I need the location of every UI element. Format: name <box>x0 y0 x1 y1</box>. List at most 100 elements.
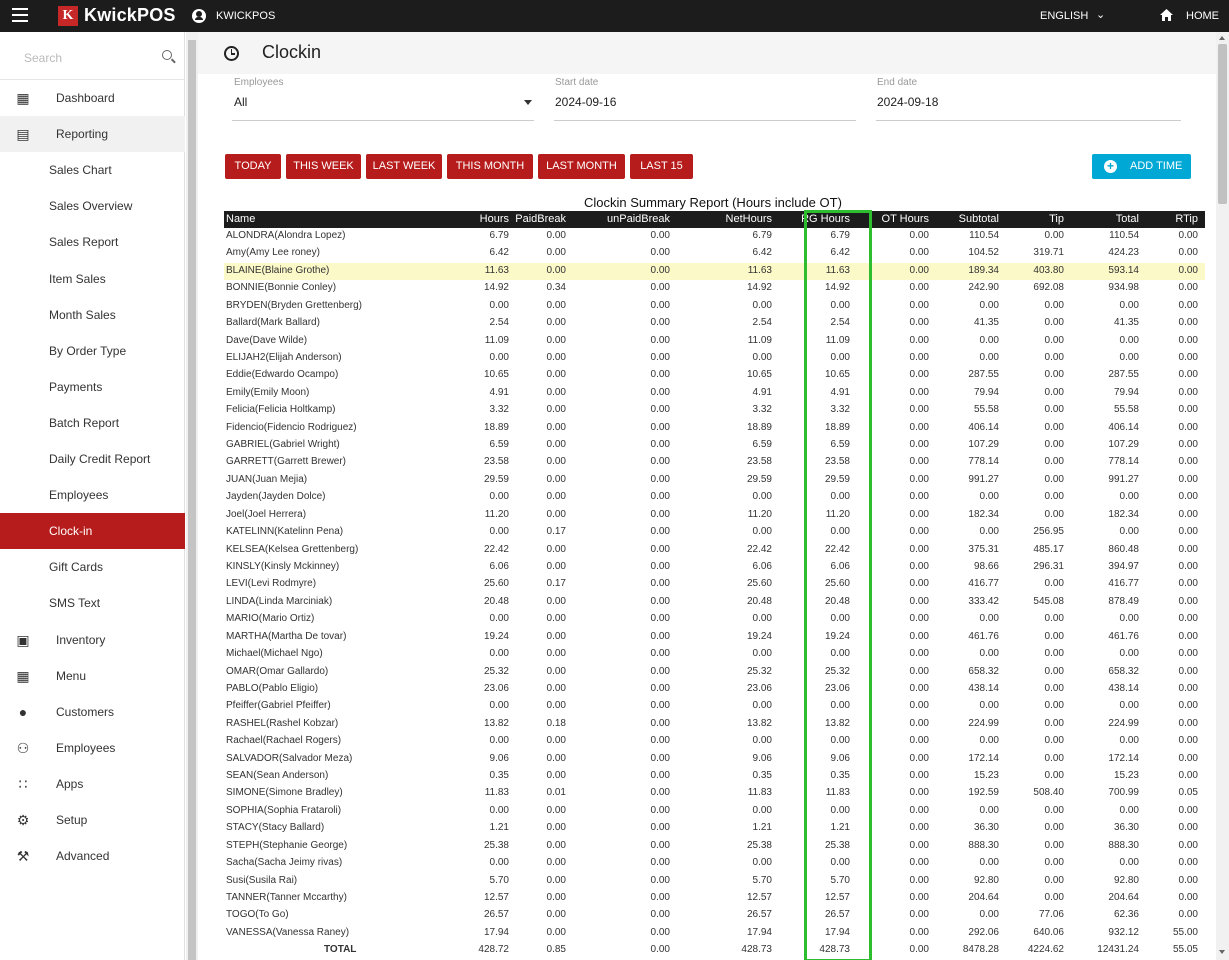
sidebar-item-payments[interactable]: Payments <box>0 369 185 405</box>
employees-select[interactable]: All <box>234 95 247 109</box>
sidebar-item-apps[interactable]: ∷ Apps <box>0 766 185 802</box>
table-row[interactable]: SEAN(Sean Anderson) 0.35 0.00 0.00 0.35 0.35 0… <box>224 768 1205 785</box>
search-box[interactable]: Search <box>0 32 185 80</box>
sidebar-item-menu[interactable]: ▦ Menu <box>0 658 185 694</box>
column-header[interactable]: RG Hours <box>801 213 850 225</box>
table-row[interactable]: BLAINE(Blaine Grothe) 11.63 0.00 0.00 11.63 1… <box>224 262 1205 280</box>
search-icon[interactable] <box>162 50 172 60</box>
table-row[interactable]: KATELINN(Katelinn Pena) 0.00 0.17 0.00 0.00 0… <box>224 524 1205 541</box>
table-row[interactable]: LEVI(Levi Rodmyre) 25.60 0.17 0.00 25.60 25.6… <box>224 576 1205 593</box>
table-row[interactable]: Susi(Susila Rai) 5.70 0.00 0.00 5.70 5.70 0.00… <box>224 873 1205 890</box>
table-row[interactable]: JUAN(Juan Mejia) 29.59 0.00 0.00 29.59 29.59 0… <box>224 472 1205 489</box>
column-header[interactable]: NetHours <box>726 213 772 225</box>
table-row[interactable]: STACY(Stacy Ballard) 1.21 0.00 0.00 1.21 1.21… <box>224 820 1205 837</box>
column-header[interactable]: PaidBreak <box>515 213 566 225</box>
sidebar-item-clock-in[interactable]: Clock-in <box>0 513 185 550</box>
value-cell: 6.06 <box>830 560 850 572</box>
table-row[interactable]: BONNIE(Bonnie Conley) 14.92 0.34 0.00 14.92 1… <box>224 280 1205 297</box>
table-row[interactable]: OMAR(Omar Gallardo) 25.32 0.00 0.00 25.32 25.… <box>224 664 1205 681</box>
table-row[interactable]: KINSLY(Kinsly Mckinney) 6.06 0.00 0.00 6.06 6… <box>224 559 1205 576</box>
home-icon[interactable] <box>1160 9 1173 21</box>
table-row[interactable]: GARRETT(Garrett Brewer) 23.58 0.00 0.00 23.5… <box>224 454 1205 471</box>
table-total-row[interactable]: TOTAL 428.72 0.85 0.00 428.73 428.73 0.00 8478.… <box>224 942 1205 959</box>
home-link[interactable]: HOME <box>1186 10 1219 22</box>
table-row[interactable]: MARIO(Mario Ortiz) 0.00 0.00 0.00 0.00 0.00 0.… <box>224 611 1205 628</box>
table-row[interactable]: BRYDEN(Bryden Grettenberg) 0.00 0.00 0.00 0.… <box>224 298 1205 315</box>
table-row[interactable]: KELSEA(Kelsea Grettenberg) 22.42 0.00 0.00 2… <box>224 542 1205 559</box>
table-row[interactable]: Dave(Dave Wilde) 11.09 0.00 0.00 11.09 11.09 0… <box>224 333 1205 350</box>
caret-down-icon[interactable] <box>524 100 532 105</box>
column-header[interactable]: unPaidBreak <box>607 213 670 225</box>
table-row[interactable]: VANESSA(Vanessa Raney) 17.94 0.00 0.00 17.94… <box>224 925 1205 942</box>
table-row[interactable]: LINDA(Linda Marciniak) 20.48 0.00 0.00 20.48… <box>224 594 1205 611</box>
chevron-down-icon[interactable]: ⌄ <box>1096 8 1105 21</box>
table-row[interactable]: Emily(Emily Moon) 4.91 0.00 0.00 4.91 4.91 0.0… <box>224 385 1205 402</box>
sidebar-scrollbar[interactable] <box>186 32 198 960</box>
end-date-field[interactable]: 2024-09-18 <box>877 95 938 109</box>
table-row[interactable]: Fidencio(Fidencio Rodriguez) 18.89 0.00 0.0… <box>224 420 1205 437</box>
sidebar-item-inventory[interactable]: ▣ Inventory <box>0 622 185 658</box>
language-select[interactable]: ENGLISH <box>1040 10 1088 22</box>
sidebar-item-dashboard[interactable]: ▦ Dashboard <box>0 80 185 116</box>
sidebar-item-label: Sales Chart <box>49 163 112 178</box>
sidebar-item-daily-credit-report[interactable]: Daily Credit Report <box>0 441 185 477</box>
sidebar-item-employees[interactable]: Employees <box>0 477 185 513</box>
table-row[interactable]: Felicia(Felicia Holtkamp) 3.32 0.00 0.00 3.3… <box>224 402 1205 419</box>
sidebar-item-sales-overview[interactable]: Sales Overview <box>0 188 185 224</box>
table-row[interactable]: SIMONE(Simone Bradley) 11.83 0.01 0.00 11.83… <box>224 785 1205 802</box>
column-header[interactable]: RTip <box>1175 213 1198 225</box>
column-header[interactable]: Hours <box>480 213 509 225</box>
table-row[interactable]: Ballard(Mark Ballard) 2.54 0.00 0.00 2.54 2.5… <box>224 315 1205 332</box>
table-row[interactable]: Sacha(Sacha Jeimy rivas) 0.00 0.00 0.00 0.00… <box>224 855 1205 872</box>
sidebar-item-batch-report[interactable]: Batch Report <box>0 405 185 441</box>
table-row[interactable]: ELIJAH2(Elijah Anderson) 0.00 0.00 0.00 0.00… <box>224 350 1205 367</box>
table-row[interactable]: MARTHA(Martha De tovar) 19.24 0.00 0.00 19.2… <box>224 629 1205 646</box>
account-icon[interactable] <box>192 9 206 23</box>
last-15-button[interactable]: LAST 15 <box>630 154 693 179</box>
search-input[interactable]: Search <box>24 51 62 65</box>
table-row[interactable]: PABLO(Pablo Eligio) 23.06 0.00 0.00 23.06 23.… <box>224 681 1205 698</box>
this-week-button[interactable]: THIS WEEK <box>286 154 361 179</box>
last-month-button[interactable]: LAST MONTH <box>538 154 625 179</box>
sidebar-item-setup[interactable]: ⚙ Setup <box>0 802 185 838</box>
sidebar-item-item-sales[interactable]: Item Sales <box>0 261 185 297</box>
table-row[interactable]: ALONDRA(Alondra Lopez) 6.79 0.00 0.00 6.79 6.… <box>224 228 1205 245</box>
account-name[interactable]: KWICKPOS <box>216 10 275 22</box>
table-row[interactable]: SOPHIA(Sophia Frataroli) 0.00 0.00 0.00 0.00… <box>224 803 1205 820</box>
column-header[interactable]: Name <box>226 213 255 225</box>
column-header[interactable]: OT Hours <box>882 213 929 225</box>
table-row[interactable]: Michael(Michael Ngo) 0.00 0.00 0.00 0.00 0.00… <box>224 646 1205 663</box>
table-row[interactable]: Jayden(Jayden Dolce) 0.00 0.00 0.00 0.00 0.00… <box>224 489 1205 506</box>
sidebar-item-gift-cards[interactable]: Gift Cards <box>0 549 185 585</box>
table-row[interactable]: STEPH(Stephanie George) 25.38 0.00 0.00 25.3… <box>224 838 1205 855</box>
table-row[interactable]: Eddie(Edwardo Ocampo) 10.65 0.00 0.00 10.65 1… <box>224 367 1205 384</box>
sidebar-item-customers[interactable]: ● Customers <box>0 694 185 730</box>
this-month-button[interactable]: THIS MONTH <box>447 154 533 179</box>
column-header[interactable]: Total <box>1116 213 1139 225</box>
sidebar-item-sms-text[interactable]: SMS Text <box>0 585 185 621</box>
table-row[interactable]: TOGO(To Go) 26.57 0.00 0.00 26.57 26.57 0.00 0.… <box>224 907 1205 924</box>
table-row[interactable]: GABRIEL(Gabriel Wright) 6.59 0.00 0.00 6.59 6… <box>224 437 1205 454</box>
table-row[interactable]: Pfeiffer(Gabriel Pfeiffer) 0.00 0.00 0.00 0.… <box>224 698 1205 715</box>
sidebar-item-sales-chart[interactable]: Sales Chart <box>0 152 185 188</box>
sidebar-item-reporting[interactable]: ▤ Reporting <box>0 116 185 153</box>
last-week-button[interactable]: LAST WEEK <box>366 154 442 179</box>
table-row[interactable]: TANNER(Tanner Mccarthy) 12.57 0.00 0.00 12.5… <box>224 890 1205 907</box>
table-row[interactable]: Joel(Joel Herrera) 11.20 0.00 0.00 11.20 11.2… <box>224 507 1205 524</box>
sidebar-item-month-sales[interactable]: Month Sales <box>0 297 185 333</box>
column-header[interactable]: Tip <box>1049 213 1064 225</box>
sidebar-item-sales-report[interactable]: Sales Report <box>0 224 185 260</box>
sidebar-item-advanced[interactable]: ⚒ Advanced <box>0 838 185 874</box>
add-time-button[interactable]: + ADD TIME <box>1092 154 1191 179</box>
menu-icon[interactable] <box>12 8 28 22</box>
column-header[interactable]: Subtotal <box>959 213 999 225</box>
start-date-field[interactable]: 2024-09-16 <box>555 95 616 109</box>
sidebar-item-employees[interactable]: ⚇ Employees <box>0 730 185 766</box>
sidebar-item-by-order-type[interactable]: By Order Type <box>0 333 185 369</box>
today-button[interactable]: TODAY <box>225 154 281 179</box>
table-row[interactable]: Amy(Amy Lee roney) 6.42 0.00 0.00 6.42 6.42 0.… <box>224 245 1205 262</box>
table-row[interactable]: SALVADOR(Salvador Meza) 9.06 0.00 0.00 9.06 9… <box>224 751 1205 768</box>
table-row[interactable]: Rachael(Rachael Rogers) 0.00 0.00 0.00 0.00 0… <box>224 733 1205 750</box>
main-scrollbar[interactable] <box>1216 32 1229 960</box>
table-row[interactable]: RASHEL(Rashel Kobzar) 13.82 0.18 0.00 13.82 1… <box>224 716 1205 733</box>
